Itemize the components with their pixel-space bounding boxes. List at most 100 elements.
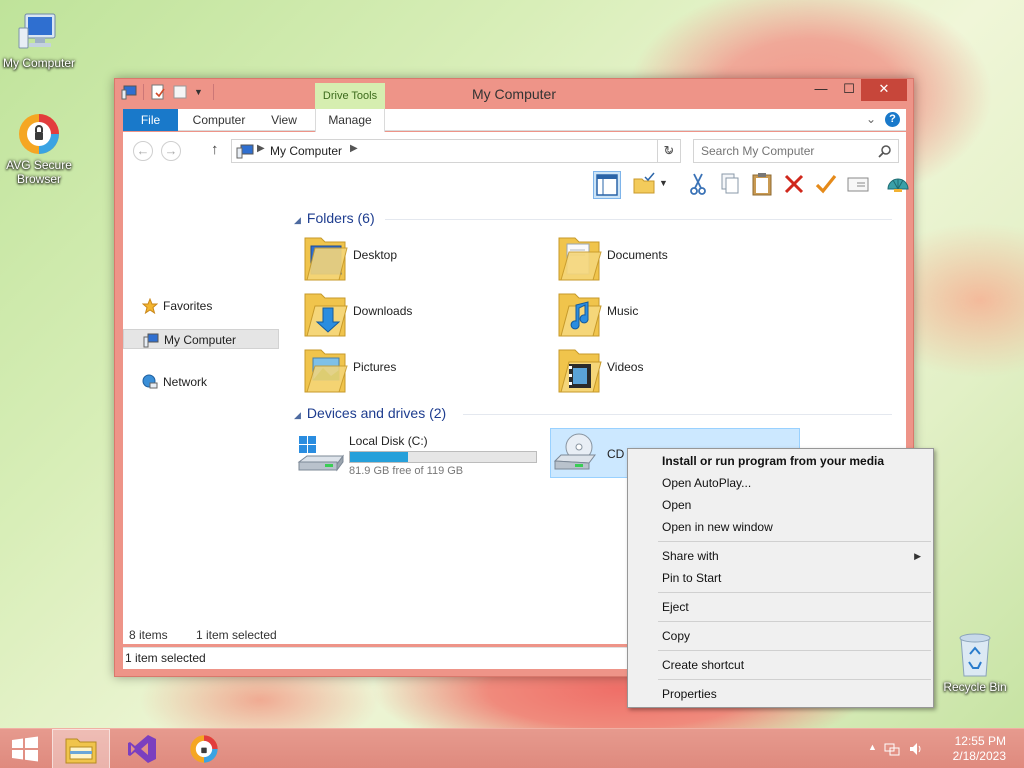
desktop-icon-recycle-bin[interactable]: Recycle Bin <box>936 630 1014 694</box>
breadcrumb-separator-icon[interactable]: ▶ <box>350 143 358 154</box>
menu-item-install-run[interactable]: Install or run program from your media <box>630 450 931 472</box>
paste-button[interactable] <box>749 171 777 199</box>
sidebar-item-favorites[interactable]: Favorites <box>123 296 279 316</box>
show-hidden-icons-icon[interactable]: ▲ <box>868 742 877 752</box>
tab-manage[interactable]: Manage <box>315 109 385 132</box>
folder-videos[interactable]: Videos <box>541 344 771 398</box>
sidebar-item-label: Network <box>163 375 208 389</box>
avg-browser-icon <box>19 114 59 154</box>
cd-drive-icon <box>553 433 596 470</box>
desktop-icon-my-computer[interactable]: My Computer <box>0 10 78 70</box>
menu-item-copy[interactable]: Copy <box>630 625 931 647</box>
new-folder-button[interactable] <box>631 171 659 199</box>
copy-icon <box>721 173 739 194</box>
taskbar: ▲ 12:55 PM 2/18/2023 <box>0 728 1024 768</box>
avg-browser-icon <box>190 735 218 763</box>
desktop-icon-avg-browser[interactable]: AVG Secure Browser <box>0 112 78 186</box>
visual-studio-icon <box>128 735 156 763</box>
sidebar-item-label: My Computer <box>164 333 237 347</box>
checkmark-icon <box>815 175 837 194</box>
pane-layout-icon <box>596 174 618 196</box>
tab-computer[interactable]: Computer <box>185 109 253 131</box>
email-button[interactable] <box>845 171 873 199</box>
folder-music[interactable]: Music <box>541 288 771 342</box>
menu-item-eject[interactable]: Eject <box>630 596 931 618</box>
taskbar-visual-studio[interactable] <box>114 729 172 768</box>
menu-item-open[interactable]: Open <box>630 494 931 516</box>
taskbar-avg-browser[interactable] <box>176 729 234 768</box>
menu-item-open-new-window[interactable]: Open in new window <box>630 516 931 538</box>
menu-separator <box>658 621 931 622</box>
sidebar-item-my-computer[interactable]: My Computer <box>123 329 279 349</box>
folder-downloads[interactable]: Downloads <box>287 288 517 342</box>
navigation-pane: Favorites My Computer Network 8 items 1 … <box>123 202 287 644</box>
ribbon-tab-bar: File Computer View Manage ⌄ ? <box>123 109 906 132</box>
folders-group-header[interactable]: ◢ Folders (6) <box>294 210 375 226</box>
tab-file[interactable]: File <box>123 109 178 131</box>
network-tray-icon[interactable] <box>884 741 900 757</box>
folder-name: Desktop <box>353 248 398 262</box>
desktop-folder-icon <box>304 237 348 281</box>
breadcrumb-my-computer[interactable]: My Computer <box>270 144 342 158</box>
folder-pictures[interactable]: Pictures <box>287 344 517 398</box>
drive-local-disk[interactable]: Local Disk (C:) 81.9 GB free of 119 GB <box>297 430 547 480</box>
chevron-down-icon[interactable]: ▼ <box>659 178 668 188</box>
folder-name: Videos <box>607 360 644 374</box>
up-button[interactable]: ↑ <box>211 141 219 158</box>
recycle-bin-icon <box>959 633 991 677</box>
address-bar[interactable]: ▶ My Computer ▶ ⌄ <box>231 139 681 163</box>
cut-button[interactable] <box>685 171 713 199</box>
close-button[interactable]: ✕ <box>861 79 907 101</box>
menu-item-open-autoplay[interactable]: Open AutoPlay... <box>630 472 931 494</box>
selection-count: 1 item selected <box>196 628 277 642</box>
volume-icon[interactable] <box>908 741 924 757</box>
group-title: Devices and drives (2) <box>306 405 447 421</box>
menu-item-share-with[interactable]: Share with ▶ <box>630 545 931 567</box>
folder-name: Documents <box>607 248 668 262</box>
desktop-icon-label: Recycle Bin <box>943 680 1007 694</box>
window-title: My Computer <box>471 86 557 102</box>
collapse-triangle-icon: ◢ <box>294 215 301 225</box>
folder-documents[interactable]: Documents <box>541 232 771 286</box>
search-input[interactable] <box>701 140 871 162</box>
drive-free-space: 81.9 GB free of 119 GB <box>349 465 464 477</box>
folder-check-icon <box>633 172 655 194</box>
refresh-button[interactable]: ↻ <box>657 139 681 163</box>
delete-button[interactable] <box>781 171 809 199</box>
drives-group-header[interactable]: ◢ Devices and drives (2) <box>294 405 446 421</box>
start-button[interactable] <box>0 729 58 768</box>
file-explorer-icon <box>65 738 97 764</box>
computer-small-icon <box>236 144 254 159</box>
search-box[interactable] <box>693 139 899 163</box>
delete-x-icon <box>784 174 804 194</box>
envelope-icon <box>847 177 869 192</box>
sidebar-item-network[interactable]: Network <box>123 372 279 392</box>
shell-options-button[interactable] <box>885 171 913 199</box>
computer-icon <box>18 13 56 49</box>
clock[interactable]: 12:55 PM 2/18/2023 <box>953 734 1006 764</box>
maximize-button[interactable]: ☐ <box>835 79 863 101</box>
title-bar[interactable]: ▼ Drive Tools My Computer — ☐ ✕ <box>115 79 913 109</box>
rename-button[interactable] <box>813 171 841 199</box>
folder-desktop[interactable]: Desktop <box>287 232 517 286</box>
copy-button[interactable] <box>717 171 745 199</box>
menu-item-pin-to-start[interactable]: Pin to Start <box>630 567 931 589</box>
tab-view[interactable]: View <box>259 109 309 131</box>
minimize-button[interactable]: — <box>807 79 835 101</box>
preview-pane-button[interactable] <box>593 171 621 199</box>
breadcrumb-separator-icon[interactable]: ▶ <box>257 143 265 154</box>
item-count: 8 items <box>129 628 168 642</box>
drive-usage-fill <box>350 452 408 462</box>
drive-usage-bar <box>349 451 537 463</box>
back-button[interactable]: ← <box>133 141 153 161</box>
folder-name: Downloads <box>353 304 413 318</box>
ribbon-expand-icon[interactable]: ⌄ <box>866 112 876 126</box>
menu-separator <box>658 679 931 680</box>
menu-item-create-shortcut[interactable]: Create shortcut <box>630 654 931 676</box>
menu-item-properties[interactable]: Properties <box>630 683 931 705</box>
music-folder-icon <box>558 293 602 337</box>
help-icon[interactable]: ? <box>885 112 900 127</box>
taskbar-file-explorer[interactable] <box>52 729 110 768</box>
clock-date: 2/18/2023 <box>952 749 1006 763</box>
forward-button[interactable]: → <box>161 141 181 161</box>
